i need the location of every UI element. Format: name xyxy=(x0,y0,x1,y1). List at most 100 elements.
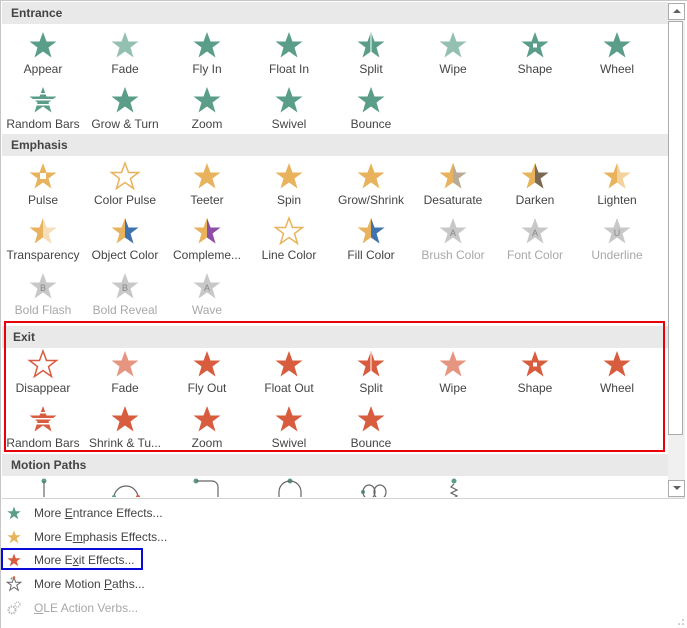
star-float-out-icon xyxy=(275,351,303,377)
scroll-down-button[interactable] xyxy=(668,480,685,497)
effect-emphasis-fill-color[interactable]: Fill Color xyxy=(330,212,412,266)
effect-label: Bounce xyxy=(350,117,392,131)
arrow-up-icon xyxy=(673,9,681,13)
effect-label: Bounce xyxy=(350,436,392,450)
effect-emphasis-font-color: A Font Color xyxy=(494,212,576,266)
star-grow-turn-icon xyxy=(111,87,139,113)
effect-entrance-swivel[interactable]: Swivel xyxy=(248,81,330,135)
scroll-up-button[interactable] xyxy=(668,3,685,20)
effect-entrance-random-bars[interactable]: Random Bars xyxy=(2,81,84,135)
resize-grip-icon[interactable] xyxy=(677,618,685,626)
effect-entrance-fly-in[interactable]: Fly In xyxy=(166,26,248,80)
effect-exit-split[interactable]: Split xyxy=(330,345,412,399)
effect-entrance-shape[interactable]: Shape xyxy=(494,26,576,80)
effect-exit-wheel[interactable]: Wheel xyxy=(576,345,658,399)
effect-entrance-appear[interactable]: Appear xyxy=(2,26,84,80)
effect-emphasis-compleme[interactable]: Compleme... xyxy=(166,212,248,266)
star-fly-out-icon xyxy=(193,351,221,377)
star-fade-icon xyxy=(111,351,139,377)
effect-label: Fade xyxy=(111,381,139,395)
effect-exit-zoom[interactable]: Zoom xyxy=(166,400,248,454)
effect-label: Spin xyxy=(276,193,302,207)
motion-path-item[interactable] xyxy=(14,478,74,497)
effect-label: Object Color xyxy=(91,248,159,262)
effect-emphasis-spin[interactable]: Spin xyxy=(248,157,330,211)
effect-label: Swivel xyxy=(271,436,307,450)
motion-path-turns-icon xyxy=(193,478,219,497)
gallery-scrollbar[interactable] xyxy=(668,3,685,498)
motion-path-star-icon xyxy=(6,576,22,592)
effect-exit-fade[interactable]: Fade xyxy=(84,345,166,399)
effect-label: Disappear xyxy=(15,381,71,395)
effect-entrance-grow-turn[interactable]: Grow & Turn xyxy=(84,81,166,135)
star-underline-icon: U xyxy=(603,218,631,244)
effect-label: Shrink & Tu... xyxy=(88,436,162,450)
effect-entrance-split[interactable]: Split xyxy=(330,26,412,80)
menu-item-more-entrance-effects[interactable]: More Entrance Effects... xyxy=(2,502,682,524)
motion-path-shapes-icon xyxy=(278,478,302,497)
effect-exit-shape[interactable]: Shape xyxy=(494,345,576,399)
effect-exit-disappear[interactable]: Disappear xyxy=(2,345,84,399)
motion-path-loops-icon xyxy=(361,484,387,497)
star-font-color-icon: A xyxy=(521,218,549,244)
effect-exit-swivel[interactable]: Swivel xyxy=(248,400,330,454)
effect-entrance-bounce[interactable]: Bounce xyxy=(330,81,412,135)
section-header-entrance: Entrance xyxy=(2,2,668,24)
effect-emphasis-grow-shrink[interactable]: Grow/Shrink xyxy=(330,157,412,211)
access-key: O xyxy=(34,601,44,615)
effect-label: Zoom xyxy=(191,117,223,131)
effect-emphasis-color-pulse[interactable]: Color Pulse xyxy=(84,157,166,211)
effect-label: Random Bars xyxy=(6,436,80,450)
effect-exit-float-out[interactable]: Float Out xyxy=(248,345,330,399)
menu-item-more-emphasis-effects[interactable]: More Emphasis Effects... xyxy=(2,526,682,548)
star-split-icon xyxy=(357,351,385,377)
effect-label: Lighten xyxy=(597,193,637,207)
motion-path-item[interactable] xyxy=(178,478,238,497)
exit-star-icon xyxy=(7,553,21,567)
effect-entrance-fade[interactable]: Fade xyxy=(84,26,166,80)
effect-exit-random-bars[interactable]: Random Bars xyxy=(2,400,84,454)
effect-label: Swivel xyxy=(271,117,307,131)
star-color-pulse-icon xyxy=(109,160,141,191)
motion-path-item[interactable] xyxy=(96,478,156,497)
motion-path-arcs-icon xyxy=(112,485,140,497)
effect-emphasis-transparency[interactable]: Transparency xyxy=(2,212,84,266)
label-part: More E xyxy=(34,553,73,567)
menu-item-more-exit-effects[interactable]: More Exit Effects... xyxy=(2,549,682,571)
effect-label: Split xyxy=(359,381,383,395)
star-bold-reveal-icon: B xyxy=(111,273,139,299)
star-appear-icon xyxy=(29,32,57,58)
effect-exit-shrink-tu[interactable]: Shrink & Tu... xyxy=(84,400,166,454)
effect-entrance-wheel[interactable]: Wheel xyxy=(576,26,658,80)
effect-entrance-float-in[interactable]: Float In xyxy=(248,26,330,80)
menu-item-label: OLE Action Verbs... xyxy=(34,597,138,619)
effect-exit-wipe[interactable]: Wipe xyxy=(412,345,494,399)
effect-emphasis-object-color[interactable]: Object Color xyxy=(84,212,166,266)
effect-exit-fly-out[interactable]: Fly Out xyxy=(166,345,248,399)
effect-entrance-zoom[interactable]: Zoom xyxy=(166,81,248,135)
scroll-thumb[interactable] xyxy=(668,21,683,435)
motion-path-item[interactable] xyxy=(342,478,402,497)
effect-exit-bounce[interactable]: Bounce xyxy=(330,400,412,454)
effect-entrance-wipe[interactable]: Wipe xyxy=(412,26,494,80)
effect-emphasis-desaturate[interactable]: Desaturate xyxy=(412,157,494,211)
effect-emphasis-lighten[interactable]: Lighten xyxy=(576,157,658,211)
menu-item-more-motion-paths[interactable]: More Motion Paths... xyxy=(2,573,682,595)
star-shape-icon xyxy=(521,32,549,58)
effect-label: Underline xyxy=(591,248,643,262)
access-key: E xyxy=(64,506,73,520)
effect-label: Color Pulse xyxy=(93,193,157,207)
emphasis-star-icon xyxy=(7,530,21,544)
motion-path-item[interactable] xyxy=(260,478,320,497)
effect-emphasis-pulse[interactable]: Pulse xyxy=(2,157,84,211)
effect-label: Transparency xyxy=(6,248,80,262)
effect-emphasis-darken[interactable]: Darken xyxy=(494,157,576,211)
star-fly-in-icon xyxy=(193,32,221,58)
effect-emphasis-line-color[interactable]: Line Color xyxy=(248,212,330,266)
motion-path-item[interactable] xyxy=(424,478,484,497)
effect-label: Grow/Shrink xyxy=(337,193,405,207)
star-wipe-icon xyxy=(439,351,467,377)
effect-emphasis-teeter[interactable]: Teeter xyxy=(166,157,248,211)
star-wipe-icon xyxy=(439,32,467,58)
effect-emphasis-wave: A Wave xyxy=(166,267,248,321)
